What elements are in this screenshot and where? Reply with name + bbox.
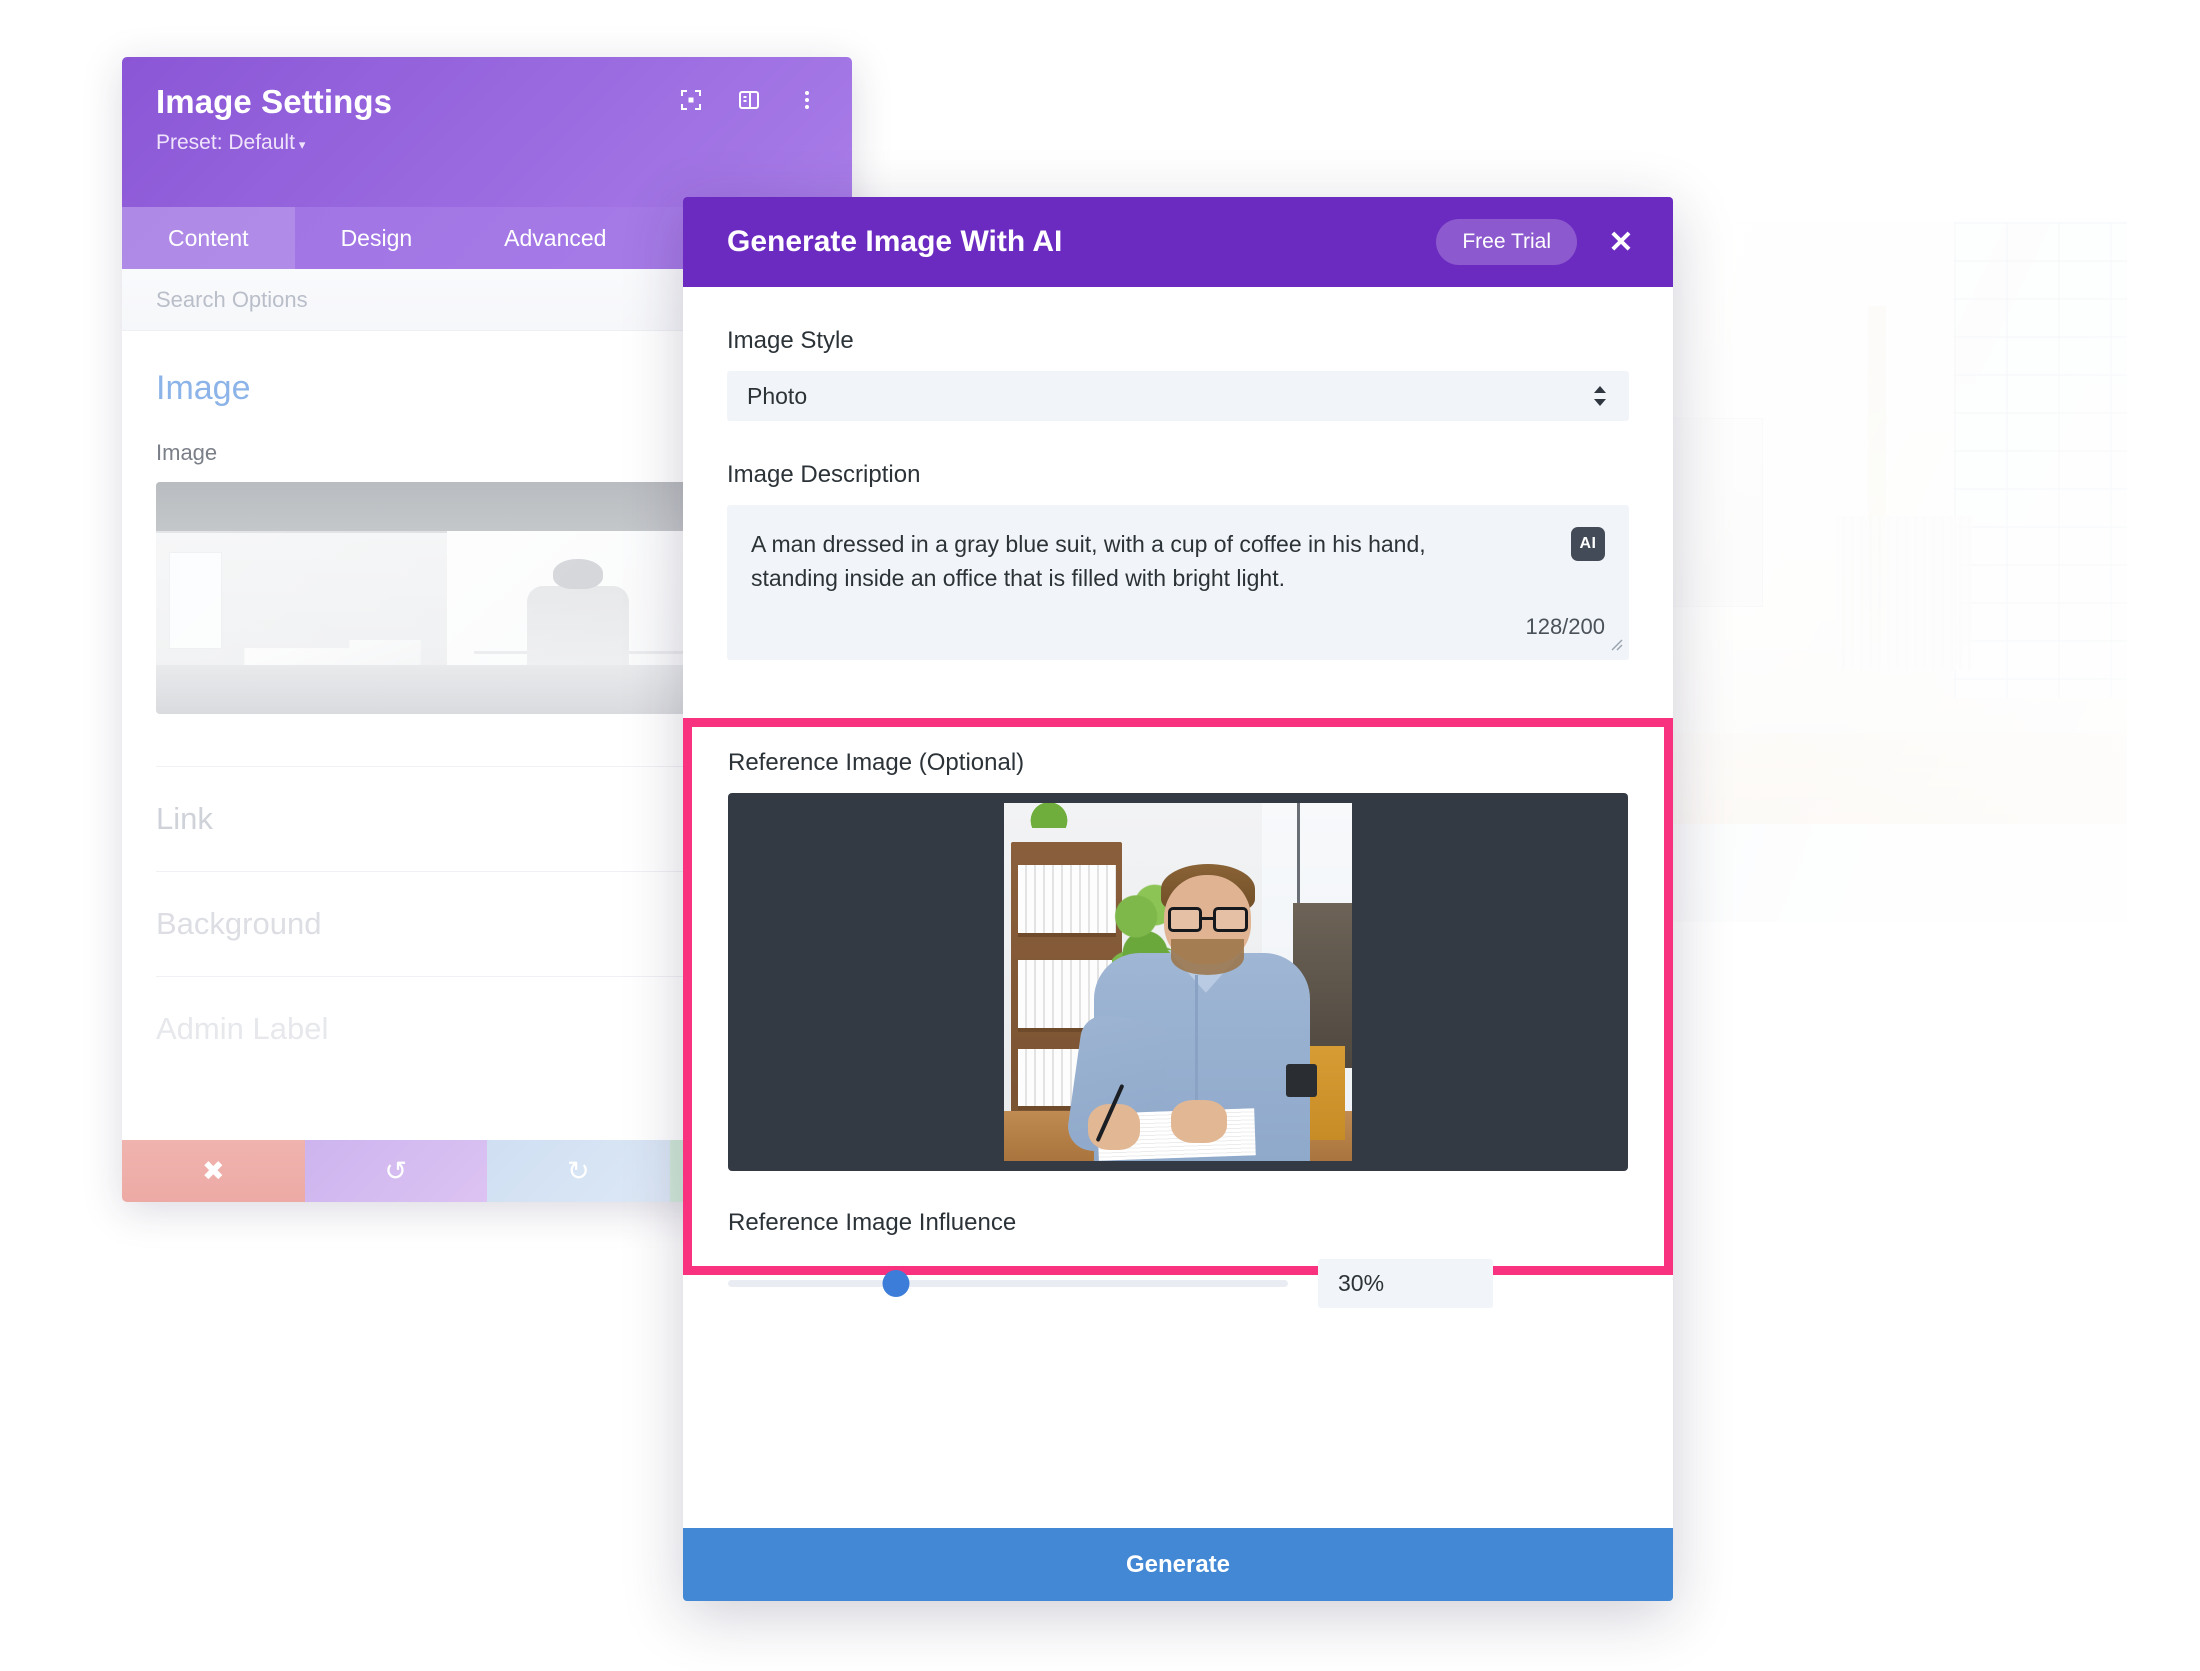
reference-image-label: Reference Image (Optional) [728,749,1025,776]
screenshot-root: Image Settings Preset: Default ▾ Content… [0,0,2200,1671]
generate-button[interactable]: Generate [683,1528,1673,1601]
generate-image-ai-modal: Generate Image With AI Free Trial ✕ Imag… [683,197,1673,1601]
slider-thumb[interactable] [882,1270,910,1297]
image-style-value: Photo [747,382,808,409]
image-description-textarea[interactable]: A man dressed in a gray blue suit, with … [727,505,1629,660]
slider-track[interactable] [728,1280,1288,1287]
reference-influence-label: Reference Image Influence [728,1209,1017,1236]
ai-modal-body: Image Style Photo Image Description A ma… [683,327,1673,660]
focus-icon[interactable] [678,87,704,113]
chevron-down-icon: ▾ [298,137,306,152]
close-icon[interactable]: ✕ [1599,220,1643,264]
tab-design[interactable]: Design [295,207,459,269]
redo-button[interactable]: ↻ [487,1140,670,1202]
character-counter: 128/200 [1525,614,1605,639]
settings-header-actions [678,87,820,113]
ai-assist-icon[interactable]: AI [1571,527,1605,561]
image-style-label: Image Style [727,327,854,354]
tab-advanced[interactable]: Advanced [458,207,652,269]
ai-modal-header: Generate Image With AI Free Trial ✕ [683,197,1673,287]
reference-image-thumbnail [1004,803,1352,1161]
image-description-label: Image Description [727,461,921,488]
undo-button[interactable]: ↺ [304,1140,487,1202]
ai-modal-title: Generate Image With AI [727,225,1063,258]
reference-influence-value[interactable]: 30% [1318,1259,1493,1308]
background-office-photo [1672,222,2127,922]
tab-content[interactable]: Content [122,207,295,269]
preset-selector[interactable]: Preset: Default ▾ [156,131,818,155]
reference-image-dropzone[interactable] [728,793,1628,1171]
cancel-button[interactable]: ✖ [122,1140,305,1202]
ai-modal-header-actions: Free Trial ✕ [1436,219,1643,265]
chevron-updown-icon [1593,385,1607,407]
more-options-icon[interactable] [794,87,820,113]
layout-icon[interactable] [736,87,762,113]
settings-panel-header: Image Settings Preset: Default ▾ [122,57,852,207]
reference-image-highlight-region: Reference Image (Optional) Reference Ima… [683,718,1673,1308]
image-style-select[interactable]: Photo [727,371,1629,421]
reference-influence-control: 30% [728,1259,1628,1308]
free-trial-badge[interactable]: Free Trial [1436,219,1577,265]
preset-label: Preset: Default [156,131,295,154]
image-description-value: A man dressed in a gray blue suit, with … [751,531,1426,592]
resize-handle-icon[interactable] [1609,637,1623,656]
reference-influence-slider[interactable] [728,1267,1288,1301]
